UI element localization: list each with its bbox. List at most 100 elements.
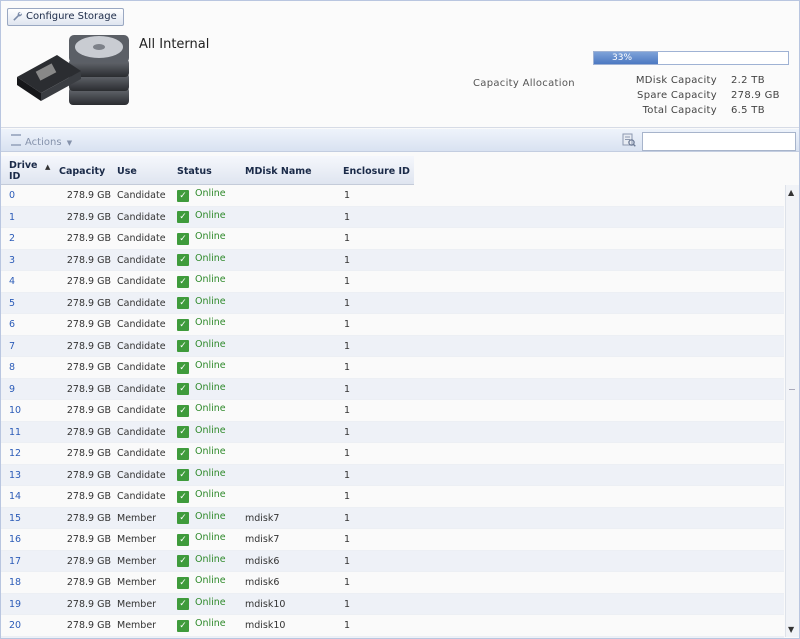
- drive-status-text: Online: [195, 381, 226, 393]
- drive-id-link[interactable]: 11: [9, 427, 21, 438]
- drive-id-link[interactable]: 4: [9, 276, 15, 287]
- spare-capacity-value: 278.9 GB: [731, 90, 780, 101]
- drive-enclosure-id: 1: [344, 491, 351, 502]
- drive-status-text: Online: [195, 510, 226, 522]
- table-row[interactable]: 18 278.9 GB Member ✓ Online mdisk6 1: [1, 572, 784, 594]
- drive-use: Candidate: [117, 491, 166, 502]
- drive-capacity: 278.9 GB: [66, 340, 111, 352]
- drive-use: Candidate: [117, 448, 166, 459]
- drive-enclosure-id: 1: [344, 448, 351, 459]
- actions-menu[interactable]: Actions ▼: [11, 134, 72, 148]
- drive-id-link[interactable]: 8: [9, 362, 15, 373]
- column-header-drive-id[interactable]: Drive ID: [9, 160, 37, 188]
- drive-mdisk-name: mdisk7: [245, 512, 280, 524]
- check-icon: ✓: [177, 275, 189, 288]
- drive-use: Member: [117, 512, 157, 524]
- drive-id-link[interactable]: 20: [9, 620, 21, 631]
- drive-use: Candidate: [117, 276, 166, 287]
- filter-icon[interactable]: [622, 133, 636, 147]
- vertical-scrollbar[interactable]: ▲ ▼: [785, 185, 799, 637]
- drive-id-link[interactable]: 18: [9, 577, 21, 588]
- capacity-row-mdisk: MDisk Capacity 2.2 TB: [601, 75, 780, 90]
- check-icon: ✓: [177, 447, 189, 460]
- table-row[interactable]: 4 278.9 GB Candidate ✓ Online 1: [1, 271, 784, 293]
- drive-status: ✓ Online: [177, 468, 226, 481]
- drive-enclosure-id: 1: [344, 297, 351, 309]
- drive-capacity: 278.9 GB: [66, 276, 111, 287]
- drive-capacity: 278.9 GB: [66, 254, 111, 266]
- drive-id-link[interactable]: 10: [9, 405, 21, 416]
- table-row[interactable]: 11 278.9 GB Candidate ✓ Online 1: [1, 421, 784, 443]
- table-row[interactable]: 0 278.9 GB Candidate ✓ Online 1: [1, 185, 784, 207]
- drive-id-link[interactable]: 9: [9, 384, 15, 395]
- table-row[interactable]: 13 278.9 GB Candidate ✓ Online 1: [1, 464, 784, 486]
- drive-capacity: 278.9 GB: [66, 319, 111, 330]
- drive-enclosure-id: 1: [344, 233, 351, 244]
- drive-status-text: Online: [195, 424, 226, 436]
- table-row[interactable]: 14 278.9 GB Candidate ✓ Online 1: [1, 486, 784, 508]
- capacity-progress-bar: 33%: [593, 51, 789, 65]
- drive-id-link[interactable]: 6: [9, 319, 15, 330]
- drive-id-link[interactable]: 16: [9, 534, 21, 545]
- table-row[interactable]: 10 278.9 GB Candidate ✓ Online 1: [1, 400, 784, 422]
- drive-status: ✓ Online: [177, 188, 226, 202]
- drive-capacity: 278.9 GB: [66, 211, 111, 223]
- drive-id-link[interactable]: 7: [9, 341, 15, 352]
- table-row[interactable]: 5 278.9 GB Candidate ✓ Online 1: [1, 292, 784, 314]
- drive-status: ✓ Online: [177, 489, 226, 503]
- table-row[interactable]: 9 278.9 GB Candidate ✓ Online 1: [1, 378, 784, 400]
- scroll-grip[interactable]: [789, 389, 795, 391]
- drive-id-link[interactable]: 0: [9, 190, 15, 201]
- drive-id-link[interactable]: 2: [9, 233, 15, 244]
- drive-status-text: Online: [195, 209, 226, 221]
- configure-storage-button[interactable]: Configure Storage: [7, 8, 124, 26]
- table-row[interactable]: 3 278.9 GB Candidate ✓ Online 1: [1, 249, 784, 271]
- drive-id-link[interactable]: 5: [9, 298, 15, 309]
- drive-id-link[interactable]: 14: [9, 491, 21, 502]
- drive-id-link[interactable]: 13: [9, 470, 21, 481]
- drive-enclosure-id: 1: [344, 598, 351, 610]
- drive-capacity: 278.9 GB: [66, 491, 111, 502]
- check-icon: ✓: [177, 469, 189, 481]
- drive-capacity: 278.9 GB: [66, 598, 111, 610]
- drive-id-link[interactable]: 15: [9, 513, 21, 524]
- drive-status: ✓ Online: [177, 317, 226, 331]
- drive-id-link[interactable]: 1: [9, 212, 15, 223]
- drive-id-header-line1: Drive: [9, 160, 38, 171]
- grid-toolbar: Actions ▼: [1, 129, 799, 152]
- table-row[interactable]: 16 278.9 GB Member ✓ Online mdisk7 1: [1, 529, 784, 551]
- drive-enclosure-id: 1: [344, 534, 351, 545]
- check-icon: ✓: [177, 361, 189, 374]
- drive-enclosure-id: 1: [344, 555, 351, 567]
- scroll-down-icon[interactable]: ▼: [788, 625, 794, 634]
- drive-use: Member: [117, 598, 157, 610]
- table-row[interactable]: 12 278.9 GB Candidate ✓ Online 1: [1, 443, 784, 465]
- table-row[interactable]: 8 278.9 GB Candidate ✓ Online 1: [1, 357, 784, 379]
- chevron-down-icon: ▼: [66, 139, 73, 147]
- table-row[interactable]: 20 278.9 GB Member ✓ Online mdisk10 1: [1, 615, 784, 637]
- drive-enclosure-id: 1: [344, 577, 351, 588]
- drive-capacity: 278.9 GB: [66, 190, 111, 201]
- search-input[interactable]: [642, 132, 796, 151]
- table-row[interactable]: 19 278.9 GB Member ✓ Online mdisk10 1: [1, 593, 784, 615]
- drive-id-link[interactable]: 19: [9, 599, 21, 610]
- drive-id-link[interactable]: 12: [9, 448, 21, 459]
- drive-id-link[interactable]: 17: [9, 556, 21, 567]
- table-row[interactable]: 6 278.9 GB Candidate ✓ Online 1: [1, 314, 784, 336]
- drive-id-link[interactable]: 3: [9, 255, 15, 266]
- scroll-up-icon[interactable]: ▲: [788, 188, 794, 197]
- total-capacity-value: 6.5 TB: [731, 105, 765, 116]
- drive-status-text: Online: [195, 317, 226, 328]
- actions-label: Actions: [25, 137, 62, 148]
- drive-use: Candidate: [117, 211, 166, 223]
- drive-status-text: Online: [195, 252, 226, 264]
- table-row[interactable]: 7 278.9 GB Candidate ✓ Online 1: [1, 335, 784, 357]
- drive-status-text: Online: [195, 553, 226, 565]
- check-icon: ✓: [177, 318, 189, 331]
- table-row[interactable]: 2 278.9 GB Candidate ✓ Online 1: [1, 228, 784, 250]
- table-row[interactable]: 17 278.9 GB Member ✓ Online mdisk6 1: [1, 550, 784, 572]
- drive-capacity: 278.9 GB: [66, 577, 111, 588]
- table-row[interactable]: 1 278.9 GB Candidate ✓ Online 1: [1, 206, 784, 228]
- table-row[interactable]: 15 278.9 GB Member ✓ Online mdisk7 1: [1, 507, 784, 529]
- drive-status-text: Online: [195, 532, 226, 543]
